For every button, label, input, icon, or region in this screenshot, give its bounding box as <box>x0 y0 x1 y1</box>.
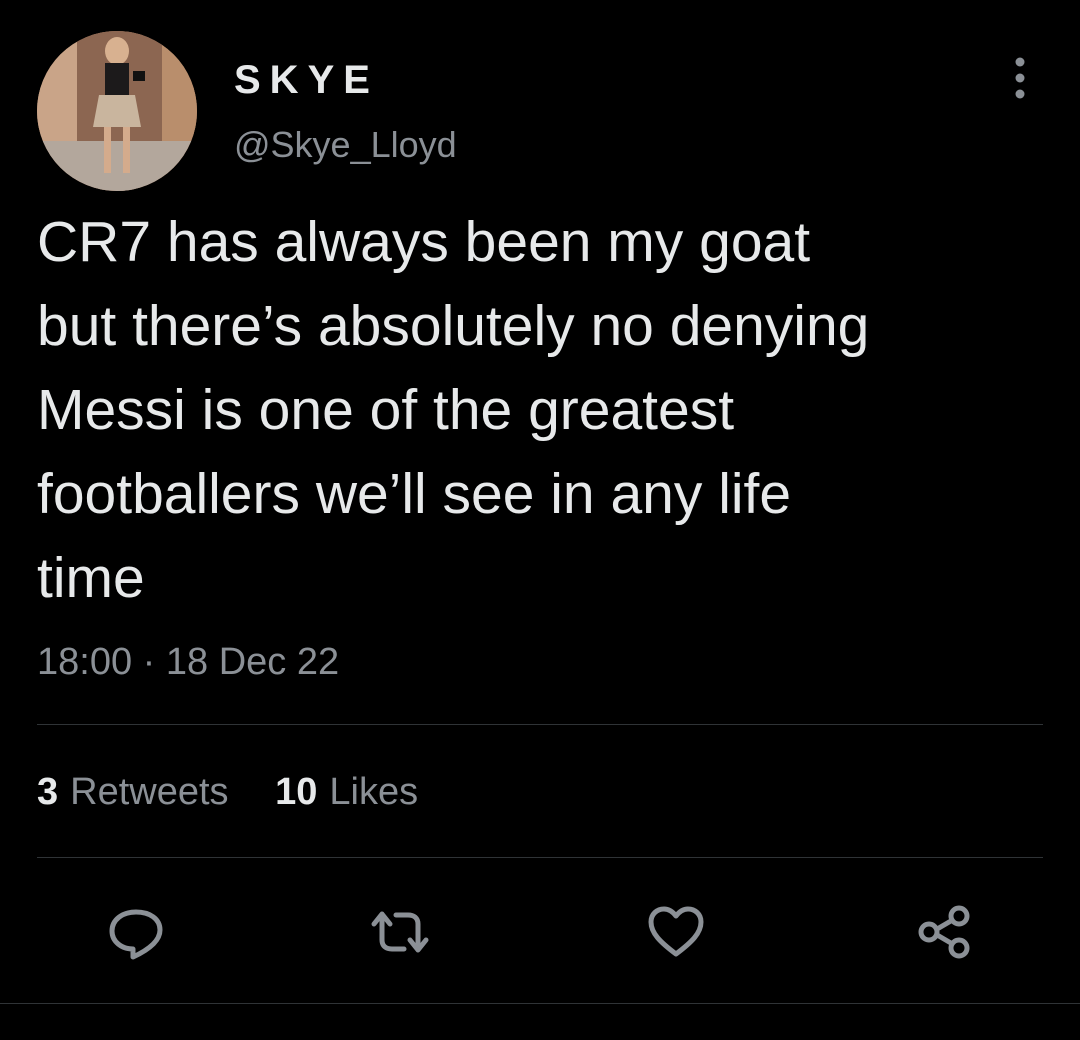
retweets-label: Retweets <box>70 771 229 813</box>
avatar[interactable] <box>37 31 197 191</box>
likes-stat[interactable]: 10 Likes <box>275 770 418 814</box>
divider <box>37 857 1043 858</box>
more-options-button[interactable] <box>1000 56 1040 100</box>
retweets-count: 3 <box>37 771 59 813</box>
like-icon <box>648 906 704 957</box>
tweet-stats: 3 Retweets 10 Likes <box>37 770 418 814</box>
reply-icon <box>109 909 163 960</box>
user-handle[interactable]: @Skye_Lloyd <box>234 125 457 165</box>
tweet: SKYE @Skye_Lloyd CR7 has always been my … <box>0 0 1080 1040</box>
display-name[interactable]: SKYE <box>234 58 379 102</box>
avatar-photo <box>37 31 197 191</box>
tweet-text: CR7 has always been my goat but there’s … <box>37 210 870 610</box>
share-icon <box>918 905 970 959</box>
likes-label: Likes <box>329 771 419 813</box>
divider <box>37 724 1043 725</box>
more-vertical-icon <box>1015 57 1025 99</box>
retweet-button[interactable] <box>368 900 432 964</box>
divider <box>0 1003 1080 1004</box>
like-button[interactable] <box>644 900 708 964</box>
share-button[interactable] <box>912 900 976 964</box>
likes-count: 10 <box>275 771 318 813</box>
tweet-timestamp[interactable]: 18:00 · 18 Dec 22 <box>37 640 339 684</box>
retweet-icon <box>371 911 429 953</box>
retweets-stat[interactable]: 3 Retweets <box>37 770 229 814</box>
reply-button[interactable] <box>104 900 168 964</box>
